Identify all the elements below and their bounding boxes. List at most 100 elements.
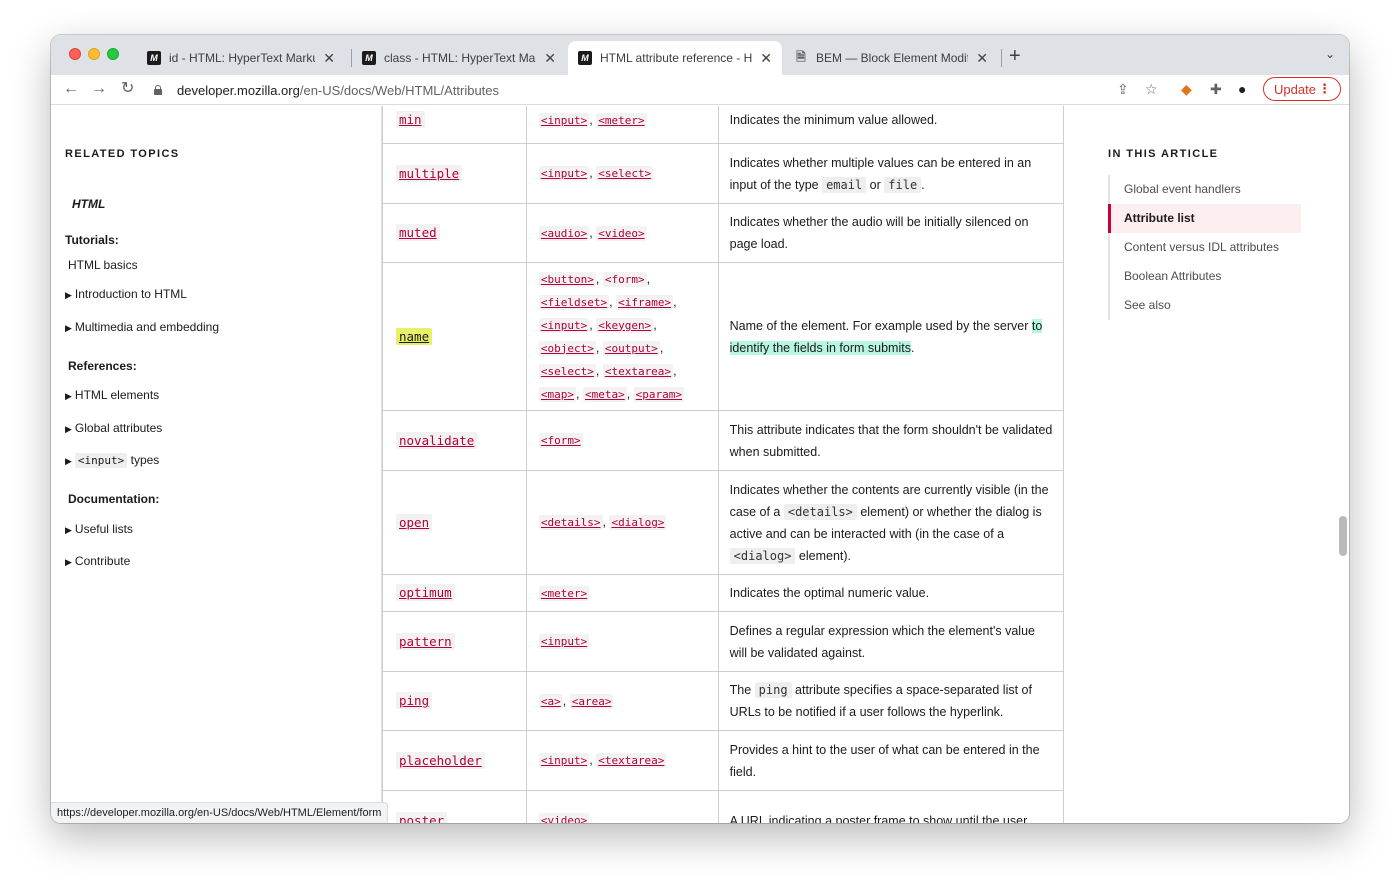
tab-id[interactable]: M id - HTML: HyperText Markup L ✕ — [137, 41, 345, 75]
attribute-description: The ping attribute specifies a space-sep… — [717, 671, 1065, 731]
mdn-favicon-icon: M — [362, 51, 376, 65]
update-label: Update — [1274, 81, 1316, 97]
attribute-link[interactable]: pattern — [396, 632, 455, 650]
sidebar-item-input-types[interactable]: ▶ <input> types — [65, 453, 159, 468]
element-link[interactable]: <object> — [538, 340, 596, 356]
attribute-link[interactable]: ping — [396, 692, 433, 709]
update-button[interactable]: Update ⋮ — [1263, 77, 1341, 101]
sidebar-item-multimedia[interactable]: ▶ Multimedia and embedding — [65, 320, 219, 334]
triangle-right-icon: ▶ — [65, 290, 72, 300]
element-link[interactable]: <meta> — [582, 386, 627, 402]
element-link[interactable]: <input> — [538, 753, 590, 768]
bookmark-star-icon[interactable]: ☆ — [1145, 81, 1158, 98]
metamask-extension-icon[interactable]: ◆ — [1181, 81, 1192, 98]
kebab-menu-icon[interactable]: ⋮ — [1318, 81, 1331, 97]
element-link[interactable]: <iframe> — [616, 294, 674, 310]
back-arrow-icon[interactable]: ← — [63, 79, 79, 99]
element-link[interactable]: <fieldset> — [538, 294, 610, 310]
sidebar-item-useful-lists[interactable]: ▶ Useful lists — [65, 522, 133, 536]
element-link[interactable]: <input> — [538, 317, 590, 333]
toc-item-boolean-attributes[interactable]: Boolean Attributes — [1110, 262, 1301, 291]
tab-close-icon[interactable]: ✕ — [323, 50, 335, 67]
attribute-link[interactable]: multiple — [396, 164, 463, 182]
attribute-link[interactable]: novalidate — [396, 431, 478, 449]
element-link[interactable]: <area> — [569, 693, 614, 709]
toc-item-content-vs-idl[interactable]: Content versus IDL attributes — [1110, 233, 1301, 262]
attribute-description: A URL indicating a poster frame to show … — [717, 790, 1065, 823]
reload-icon[interactable]: ↻ — [121, 79, 134, 99]
tab-title: id - HTML: HyperText Markup L — [169, 51, 315, 65]
element-link[interactable]: <form> — [538, 433, 583, 448]
attribute-link[interactable]: optimum — [396, 584, 455, 601]
sidebar-item-html-elements[interactable]: ▶ HTML elements — [65, 388, 159, 402]
minimize-window-button[interactable] — [88, 48, 100, 60]
lock-icon — [153, 85, 163, 95]
page-scrollbar[interactable] — [1339, 516, 1347, 556]
new-tab-button[interactable]: + — [1009, 45, 1021, 68]
maximize-window-button[interactable] — [107, 48, 119, 60]
tab-close-icon[interactable]: ✕ — [976, 50, 988, 67]
element-link[interactable]: <a> — [538, 693, 563, 709]
attribute-description: Indicates whether the contents are curre… — [717, 470, 1065, 575]
element-link[interactable]: <video> — [596, 225, 647, 241]
table-row: multiple <input>, <select> Indicates whe… — [382, 143, 1065, 204]
toc-heading: IN THIS ARTICLE — [1108, 148, 1219, 160]
related-topics-sidebar: RELATED TOPICS HTML Tutorials: HTML basi… — [51, 106, 382, 823]
toc-item-see-also[interactable]: See also — [1110, 291, 1301, 320]
element-link[interactable]: <input> — [538, 634, 590, 649]
element-link[interactable]: <audio> — [538, 225, 590, 241]
input-code: <input> — [74, 453, 128, 468]
element-link[interactable]: <output> — [602, 340, 660, 356]
attribute-link[interactable]: name — [396, 327, 433, 345]
element-link[interactable]: <meter> — [596, 112, 647, 128]
close-window-button[interactable] — [69, 48, 81, 60]
attribute-link[interactable]: min — [396, 111, 425, 128]
tab-class[interactable]: M class - HTML: HyperText Marku ✕ — [352, 41, 566, 75]
address-bar[interactable]: developer.mozilla.org/en-US/docs/Web/HTM… — [147, 77, 1157, 103]
triangle-right-icon: ▶ — [65, 391, 72, 401]
page-content: RELATED TOPICS HTML Tutorials: HTML basi… — [51, 106, 1349, 823]
element-link[interactable]: <input> — [538, 112, 590, 128]
share-icon[interactable]: ⇪ — [1117, 81, 1129, 98]
tab-search-icon[interactable]: ⌄ — [1325, 47, 1335, 61]
element-link[interactable]: <map> — [538, 386, 577, 402]
sidebar-item-intro-html[interactable]: ▶ Introduction to HTML — [65, 287, 187, 301]
table-row: poster <video> A URL indicating a poster… — [382, 790, 1065, 823]
inline-code: <dialog> — [729, 547, 796, 564]
element-link[interactable]: <textarea> — [602, 363, 674, 379]
sidebar-item-contribute[interactable]: ▶ Contribute — [65, 554, 130, 568]
attribute-link[interactable]: poster — [396, 811, 448, 823]
attribute-link[interactable]: open — [396, 513, 433, 531]
forward-arrow-icon[interactable]: → — [91, 79, 107, 99]
sidebar-link-html-basics[interactable]: HTML basics — [68, 258, 138, 272]
tab-close-icon[interactable]: ✕ — [760, 50, 772, 67]
attribute-description: Indicates the optimal numeric value. — [717, 574, 1065, 612]
element-link[interactable]: <textarea> — [596, 753, 667, 768]
tab-title: HTML attribute reference - HTM — [600, 51, 753, 65]
element-link[interactable]: <select> — [538, 363, 596, 379]
tab-close-icon[interactable]: ✕ — [544, 50, 556, 67]
element-link[interactable]: <select> — [596, 166, 654, 181]
toc-item-global-event-handlers[interactable]: Global event handlers — [1110, 175, 1301, 204]
tab-attribute-reference[interactable]: M HTML attribute reference - HTM ✕ — [568, 41, 782, 75]
element-link[interactable]: <meter> — [538, 585, 590, 601]
element-link[interactable]: <details> — [538, 515, 603, 530]
extensions-puzzle-icon[interactable]: ✚ — [1210, 81, 1222, 98]
attribute-description: Indicates whether multiple values can be… — [717, 143, 1065, 204]
tab-bem[interactable]: 🗎 BEM — Block Element Modifier ✕ — [784, 41, 998, 75]
tab-title: BEM — Block Element Modifier — [816, 51, 969, 65]
attribute-description: Name of the element. For example used by… — [717, 262, 1065, 411]
profile-avatar-icon[interactable]: ● — [1238, 81, 1246, 97]
element-link[interactable]: <dialog> — [609, 515, 667, 530]
element-link[interactable]: <button> — [538, 271, 596, 287]
attribute-link[interactable]: placeholder — [396, 751, 485, 769]
element-link[interactable]: <form> — [602, 271, 647, 287]
sidebar-item-global-attributes[interactable]: ▶ Global attributes — [65, 421, 162, 435]
element-link[interactable]: <input> — [538, 166, 590, 181]
toc-item-attribute-list[interactable]: Attribute list — [1108, 204, 1301, 233]
element-link[interactable]: <video> — [538, 813, 590, 823]
attribute-link[interactable]: muted — [396, 224, 440, 241]
element-link[interactable]: <keygen> — [596, 317, 654, 333]
element-link[interactable]: <param> — [633, 386, 685, 402]
tab-title: class - HTML: HyperText Marku — [384, 51, 537, 65]
